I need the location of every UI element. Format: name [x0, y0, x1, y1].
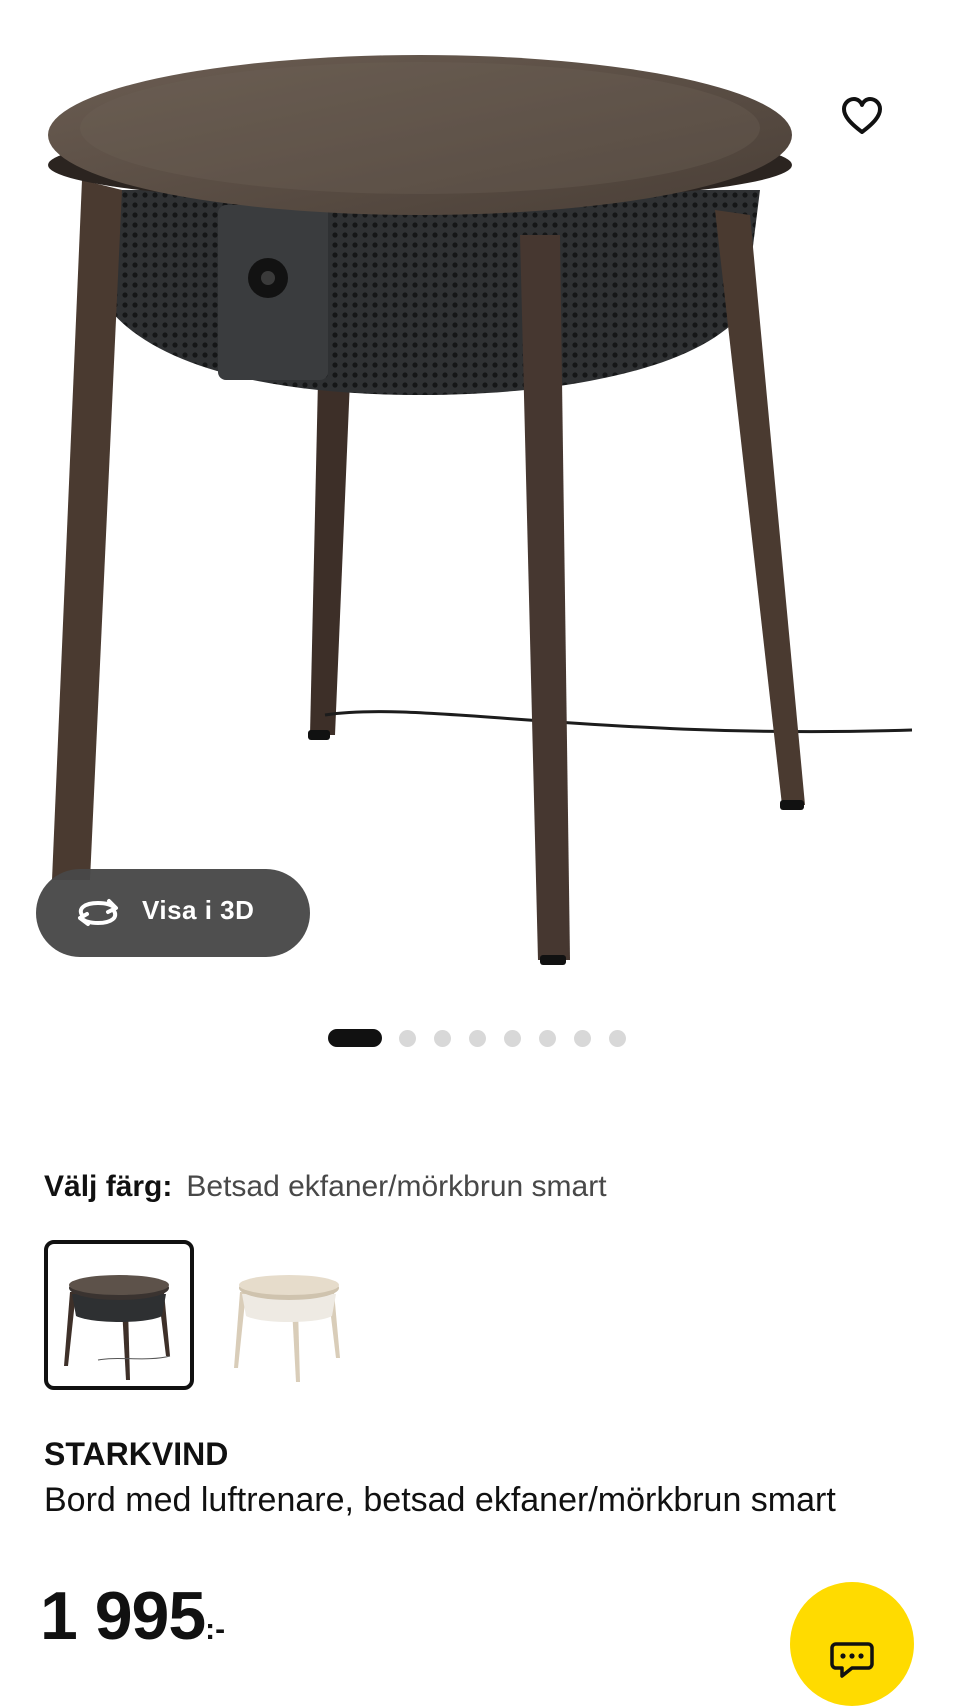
- price-suffix: :-: [205, 1613, 226, 1646]
- color-swatch-dark-brown[interactable]: [44, 1240, 194, 1390]
- view-in-3d-button[interactable]: Visa i 3D: [36, 869, 310, 957]
- color-swatch-light-beige[interactable]: [224, 1240, 374, 1390]
- gallery-pagination: [328, 1028, 644, 1048]
- favorite-button[interactable]: [840, 96, 896, 152]
- pagination-dot[interactable]: [399, 1029, 416, 1047]
- pagination-dot[interactable]: [469, 1029, 486, 1047]
- rotate-360-icon: [78, 899, 118, 926]
- swatch-image-light: [234, 1275, 340, 1382]
- chat-bubble-icon: [830, 1642, 874, 1678]
- pagination-dot[interactable]: [434, 1029, 451, 1047]
- pagination-dot[interactable]: [609, 1029, 626, 1047]
- product-price: 1 995:-: [40, 1576, 225, 1675]
- pagination-dot-active[interactable]: [328, 1029, 382, 1047]
- pagination-dot[interactable]: [539, 1029, 556, 1047]
- color-selector-heading: Välj färg: Betsad ekfaner/mörkbrun smart: [44, 1167, 607, 1207]
- swatch-image-dark: [64, 1275, 171, 1380]
- heart-outline-icon: [842, 97, 882, 134]
- pagination-dot[interactable]: [504, 1029, 521, 1047]
- view-in-3d-label: Visa i 3D: [142, 895, 255, 925]
- color-label: Välj färg:: [44, 1170, 173, 1203]
- product-description: Bord med luftrenare, betsad ekfaner/mörk…: [44, 1481, 836, 1519]
- product-image-gallery[interactable]: Visa i 3D: [0, 0, 960, 1000]
- product-name: STARKVIND: [44, 1436, 229, 1472]
- product-image: [48, 55, 913, 965]
- selected-color-value: Betsad ekfaner/mörkbrun smart: [186, 1170, 607, 1203]
- chat-button[interactable]: [790, 1582, 914, 1706]
- price-amount: 1 995: [40, 1578, 206, 1654]
- pagination-dot[interactable]: [574, 1029, 591, 1047]
